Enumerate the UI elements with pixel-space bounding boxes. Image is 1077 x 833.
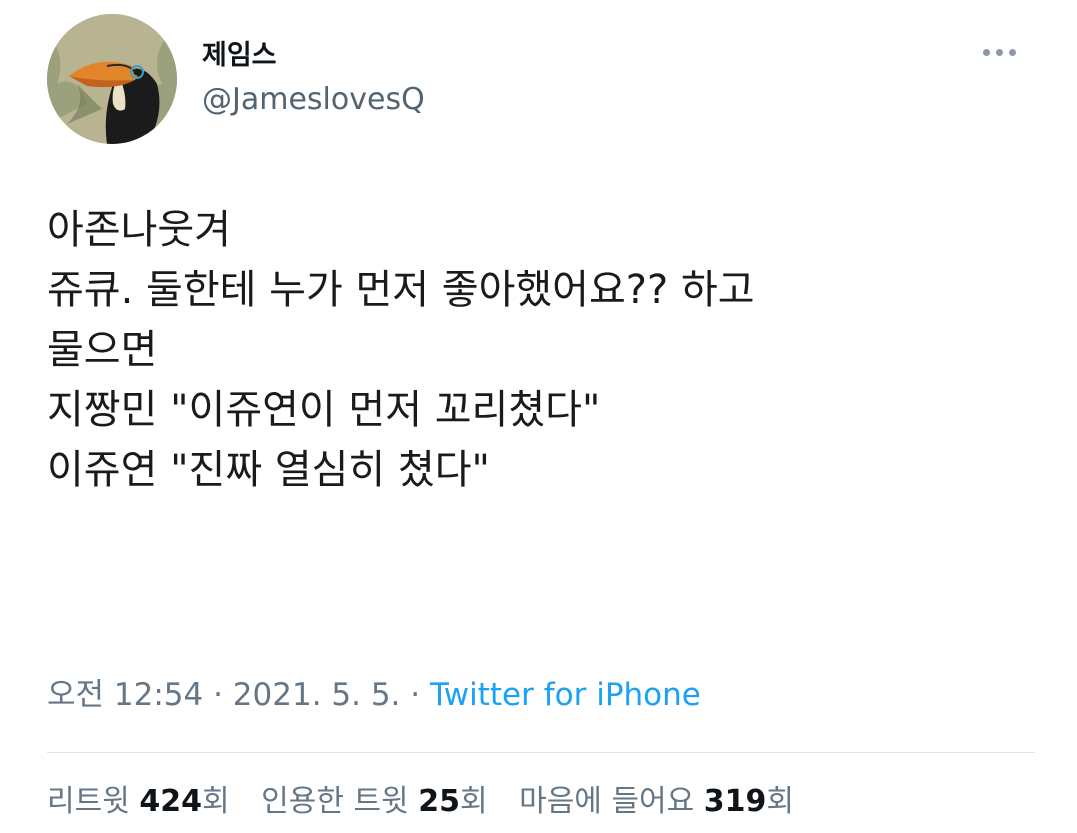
likes-label: 마음에 들어요 [519,784,704,819]
quotes-unit: 회 [459,784,488,819]
author-names: 제임스 @JameslovesQ [202,38,425,122]
dot [1009,48,1016,56]
likes-unit: 회 [766,784,795,819]
tweet-text: 아존나웃겨 쥬큐. 둘한테 누가 먼저 좋아했어요?? 하고 물으면 지짱민 "… [47,200,1037,500]
meta-separator: · [400,677,430,713]
quotes-label: 인용한 트윗 [261,784,419,819]
tweet-line: 지짱민 "이쥬연이 먼저 꼬리쳤다" [47,387,601,433]
tweet-source-link[interactable]: Twitter for iPhone [430,677,701,713]
tweet-line: 물으면 [47,327,158,373]
likes-count: 319 [703,784,767,819]
tweet-line: 아존나웃겨 [47,207,231,253]
divider [47,752,1035,753]
tweet-stats: 리트윗 424회 인용한 트윗 25회 마음에 들어요 319회 [47,780,816,824]
tweet-meta: 오전 12:54 · 2021. 5. 5. · Twitter for iPh… [47,673,701,717]
tweet-date[interactable]: 2021. 5. 5. [233,677,401,713]
likes-stat[interactable]: 마음에 들어요 319회 [519,784,794,819]
dot [996,48,1003,56]
retweets-label: 리트윗 [47,784,140,819]
meta-separator: · [203,677,233,713]
tweet-header: 제임스 @JameslovesQ [47,14,1037,144]
tweet-line: 쥬큐. 둘한테 누가 먼저 좋아했어요?? 하고 [47,267,755,313]
toucan-avatar-image [47,14,177,144]
tweet-time[interactable]: 오전 12:54 [47,677,203,713]
more-options-icon[interactable] [983,42,1027,62]
display-name[interactable]: 제임스 [202,38,425,74]
retweets-count: 424 [139,784,202,819]
retweets-unit: 회 [201,784,230,819]
quotes-stat[interactable]: 인용한 트윗 25회 [261,784,487,819]
user-handle[interactable]: @JameslovesQ [202,78,425,122]
retweets-stat[interactable]: 리트윗 424회 [47,784,230,819]
avatar[interactable] [47,14,177,144]
tweet-line: 이쥬연 "진짜 열심히 쳤다" [47,447,490,493]
quotes-count: 25 [418,784,460,819]
dot [983,48,990,56]
